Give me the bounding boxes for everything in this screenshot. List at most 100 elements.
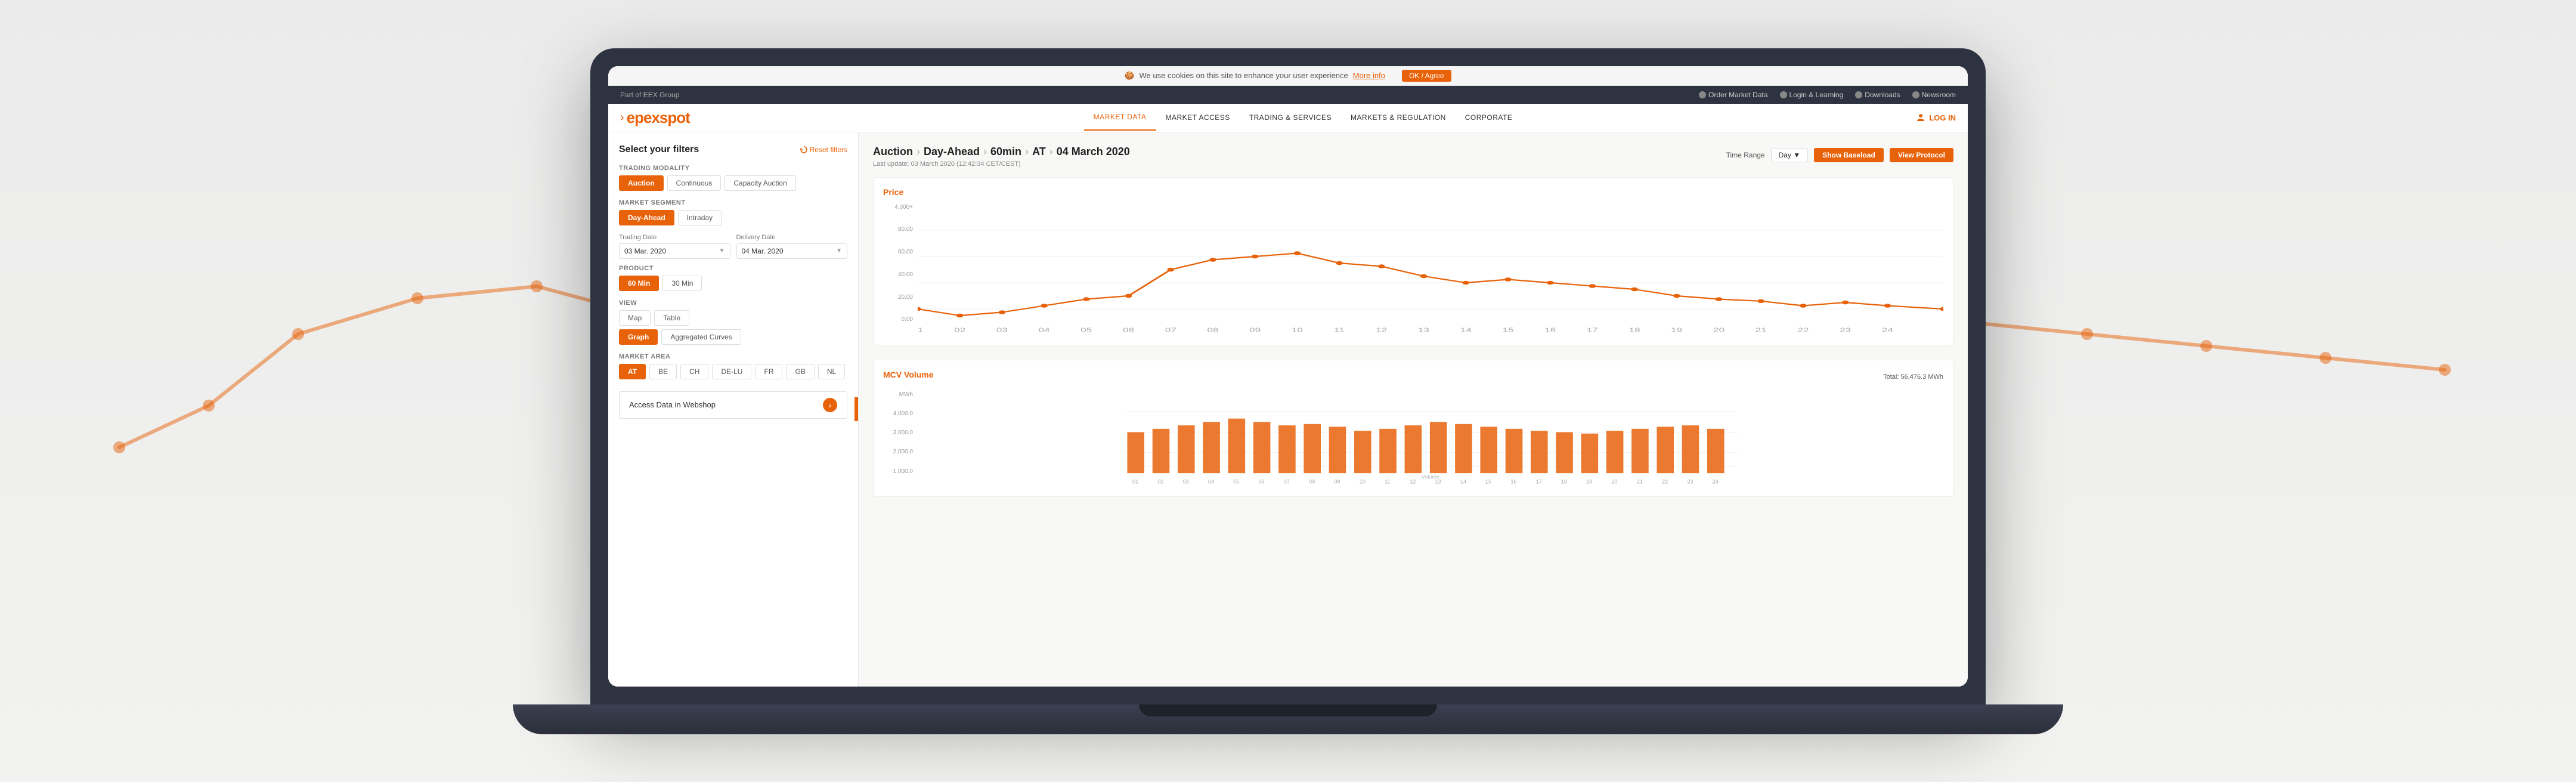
- newsroom-link[interactable]: Newsroom: [1912, 91, 1956, 99]
- fr-btn[interactable]: FR: [755, 364, 782, 379]
- price-y-60: 60.00: [898, 249, 913, 255]
- svg-text:11: 11: [1334, 326, 1345, 333]
- main-content: Select your filters Reset filters: [608, 132, 1968, 687]
- svg-text:08: 08: [1309, 478, 1315, 484]
- reset-filters-link[interactable]: Reset filters: [800, 146, 847, 154]
- svg-text:06: 06: [1123, 326, 1134, 333]
- delivery-date-field: Delivery Date 04 Mar. 2020 ▼: [736, 234, 848, 259]
- ch-btn[interactable]: CH: [680, 364, 708, 379]
- intraday-btn[interactable]: Intraday: [678, 210, 722, 225]
- login-learning-link[interactable]: Login & Learning: [1780, 91, 1844, 99]
- svg-text:09: 09: [1249, 326, 1261, 333]
- day-ahead-btn[interactable]: Day-Ahead: [619, 210, 674, 225]
- view-protocol-button[interactable]: View Protocol: [1890, 148, 1953, 162]
- access-data-button[interactable]: Access Data in Webshop ›: [619, 391, 847, 419]
- order-market-data-link[interactable]: Order Market Data: [1699, 91, 1767, 99]
- svg-text:02: 02: [954, 326, 965, 333]
- 30min-btn[interactable]: 30 Min: [662, 276, 702, 291]
- trading-modality-label: Trading Modality: [619, 165, 847, 172]
- delivery-date-select[interactable]: 04 Mar. 2020 ▼: [736, 243, 848, 259]
- de-lu-btn[interactable]: DE-LU: [712, 364, 751, 379]
- price-y-20: 20.00: [898, 294, 913, 301]
- view-options: Map Table: [619, 310, 847, 326]
- downloads-link[interactable]: Downloads: [1855, 91, 1900, 99]
- date-row: Trading Date 03 Mar. 2020 ▼ Delivery Dat…: [619, 234, 847, 259]
- svg-text:05: 05: [1233, 478, 1239, 484]
- svg-text:16: 16: [1544, 326, 1556, 333]
- continuous-btn[interactable]: Continuous: [667, 175, 722, 191]
- table-btn[interactable]: Table: [654, 310, 689, 326]
- show-baseload-button[interactable]: Show Baseload: [1814, 148, 1884, 162]
- laptop-screen: 🍪 We use cookies on this site to enhance…: [608, 66, 1968, 687]
- nav-corporate[interactable]: CORPORATE: [1456, 105, 1522, 130]
- logo-arrow-icon: ›: [620, 111, 624, 125]
- map-btn[interactable]: Map: [619, 310, 651, 326]
- cookie-ok-button[interactable]: OK / Agree: [1402, 70, 1451, 82]
- svg-text:10: 10: [1360, 478, 1366, 484]
- svg-text:12: 12: [1376, 326, 1387, 333]
- svg-text:19: 19: [1586, 478, 1592, 484]
- svg-text:17: 17: [1587, 326, 1598, 333]
- 60min-btn[interactable]: 60 Min: [619, 276, 659, 291]
- svg-text:04: 04: [1039, 326, 1050, 333]
- svg-text:Volume: Volume: [1422, 474, 1439, 480]
- svg-text:08: 08: [1207, 326, 1218, 333]
- breadcrumb-title: Auction › Day-Ahead › 60min › AT › 04 Ma: [873, 146, 1130, 158]
- gb-btn[interactable]: GB: [786, 364, 814, 379]
- svg-text:12: 12: [1410, 478, 1416, 484]
- time-range-select[interactable]: Day ▼: [1771, 148, 1809, 162]
- volume-chart-section: MCV Volume Total: 56,476.3 MWh MWh 4,000…: [873, 360, 1953, 497]
- view-options-row2: Graph Aggregated Curves: [619, 329, 847, 345]
- news-icon: [1912, 91, 1919, 98]
- graph-btn[interactable]: Graph: [619, 329, 658, 345]
- svg-text:03: 03: [1183, 478, 1189, 484]
- capacity-auction-btn[interactable]: Capacity Auction: [724, 175, 795, 191]
- user-icon: [1780, 91, 1787, 98]
- svg-text:16: 16: [1510, 478, 1516, 484]
- svg-text:11: 11: [1385, 478, 1390, 484]
- nl-btn[interactable]: NL: [818, 364, 845, 379]
- svg-text:18: 18: [1561, 478, 1567, 484]
- trading-modality-options: Auction Continuous Capacity Auction: [619, 175, 847, 191]
- svg-text:01: 01: [1132, 478, 1138, 484]
- price-chart-svg: 01 02 03 04 05 06 07 08 09: [918, 204, 1943, 335]
- cookie-more-info-link[interactable]: More info: [1353, 71, 1385, 80]
- svg-text:20: 20: [1611, 478, 1617, 484]
- svg-text:23: 23: [1840, 326, 1851, 333]
- cookie-bar: 🍪 We use cookies on this site to enhance…: [608, 66, 1968, 86]
- logo-text[interactable]: epexspot: [627, 109, 690, 127]
- market-segment-section: Market Segment Day-Ahead Intraday: [619, 199, 847, 225]
- trading-modality-section: Trading Modality Auction Continuous Capa…: [619, 165, 847, 191]
- logo-area: › epexspot: [620, 109, 690, 127]
- nav-markets-regulation[interactable]: MARKETS & REGULATION: [1341, 105, 1456, 130]
- view-section: View Map Table Graph Aggregated Curves: [619, 299, 847, 345]
- nav-market-data[interactable]: MARKET DATA: [1084, 104, 1156, 131]
- cookie-icon: 🍪: [1125, 71, 1134, 81]
- utility-bar: Part of EEX Group Order Market Data Logi…: [608, 86, 1968, 104]
- be-btn[interactable]: BE: [649, 364, 677, 379]
- at-btn[interactable]: AT: [619, 364, 646, 379]
- nav-market-access[interactable]: MARKET ACCESS: [1156, 105, 1240, 130]
- aggregated-curves-btn[interactable]: Aggregated Curves: [661, 329, 741, 345]
- nav-trading-services[interactable]: TRADING & SERVICES: [1240, 105, 1341, 130]
- volume-chart-svg: 01 02 03 04 05 06 07 08 09: [918, 391, 1943, 487]
- svg-text:24: 24: [1882, 326, 1893, 333]
- svg-text:07: 07: [1284, 478, 1290, 484]
- trading-date-field: Trading Date 03 Mar. 2020 ▼: [619, 234, 730, 259]
- svg-text:02: 02: [1157, 478, 1163, 484]
- login-link[interactable]: LOG IN: [1916, 113, 1956, 122]
- data-panel: Auction › Day-Ahead › 60min › AT › 04 Ma: [859, 132, 1968, 687]
- time-range-label: Time Range: [1726, 151, 1765, 159]
- price-y-40: 40.00: [898, 271, 913, 278]
- vol-y-4000: 4,000.0: [893, 410, 913, 417]
- reset-icon: [800, 146, 807, 153]
- trading-date-select[interactable]: 03 Mar. 2020 ▼: [619, 243, 730, 259]
- filters-collapse-btn[interactable]: ∧: [854, 397, 859, 421]
- svg-text:21: 21: [1637, 478, 1643, 484]
- svg-text:01: 01: [918, 326, 924, 333]
- price-y-0: 0.00: [902, 316, 913, 323]
- price-y-4000: 4,000+: [894, 204, 913, 211]
- svg-text:09: 09: [1334, 478, 1340, 484]
- auction-btn[interactable]: Auction: [619, 175, 664, 191]
- last-update-text: Last update: 03 March 2020 (12:42:34 CET…: [873, 160, 1130, 168]
